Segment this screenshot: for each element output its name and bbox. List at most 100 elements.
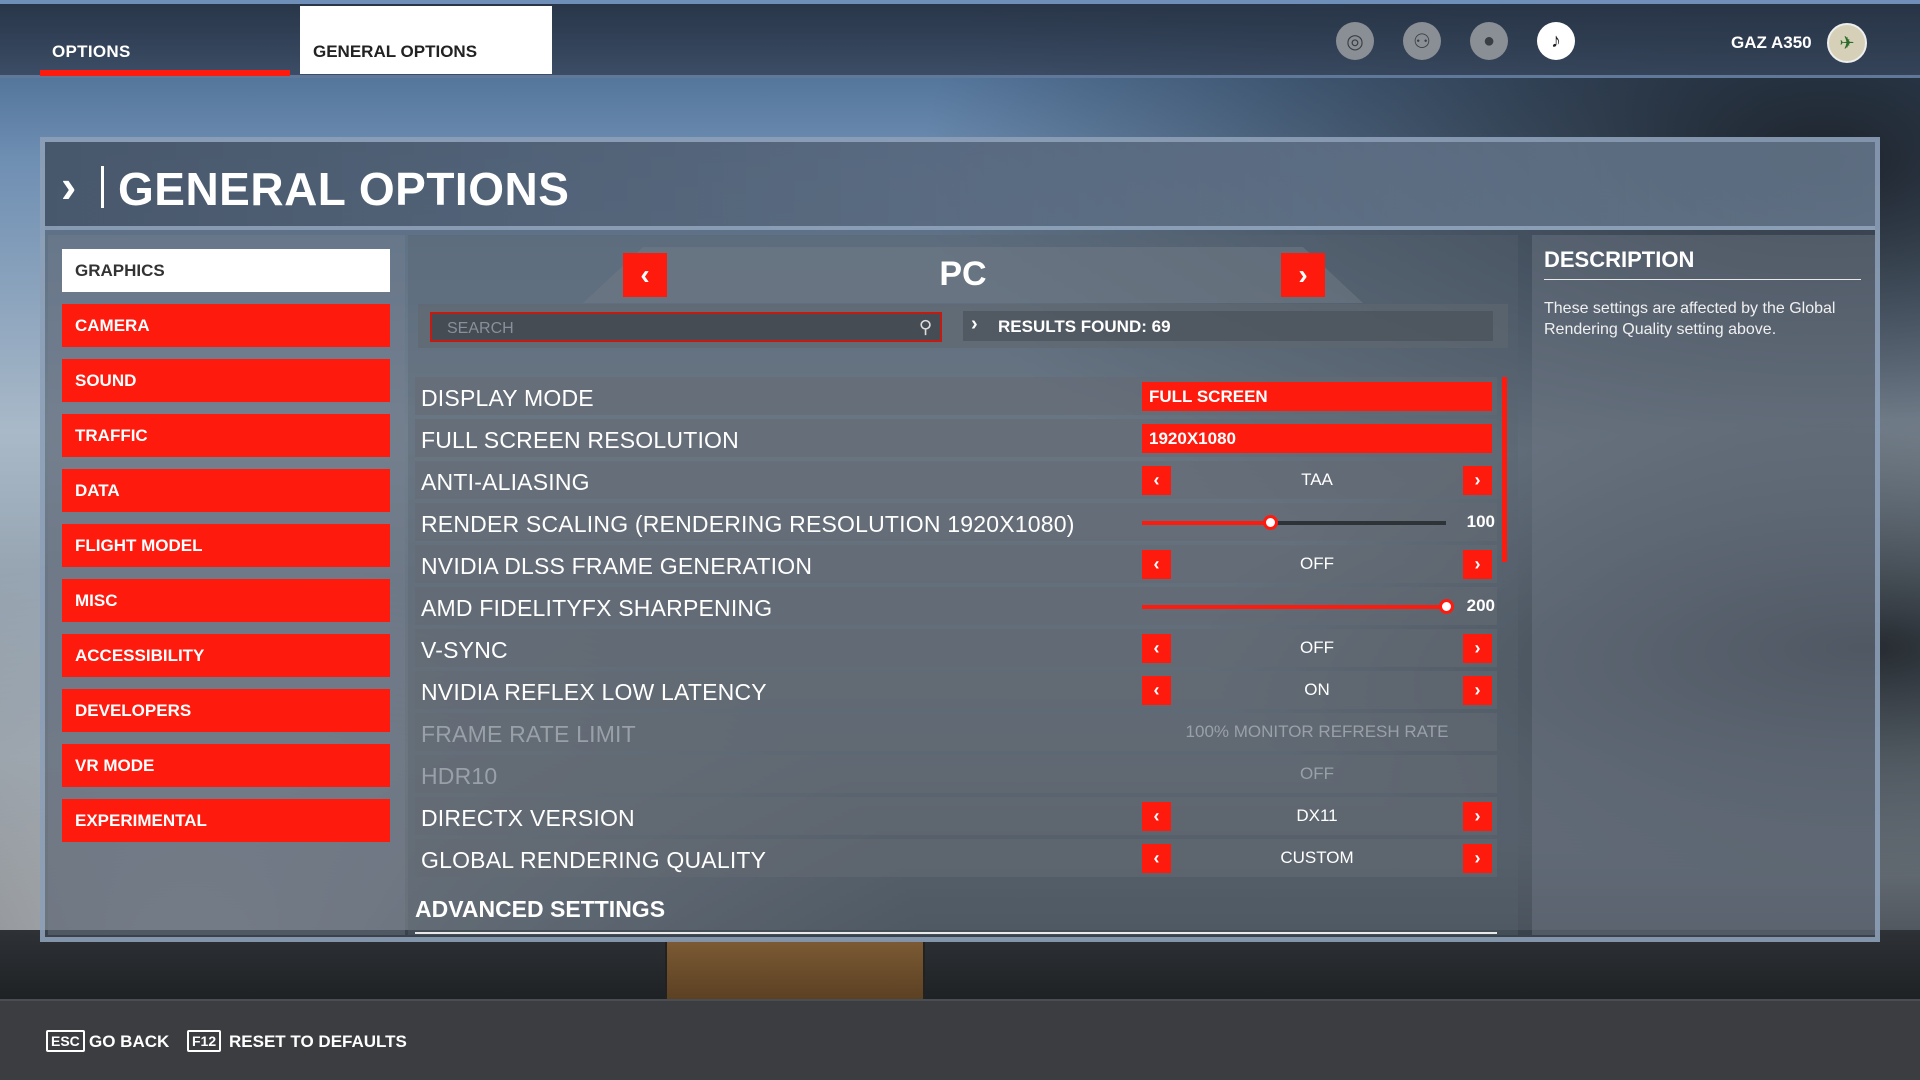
- setting-label: DISPLAY MODE: [421, 385, 594, 411]
- next-option-button[interactable]: ›: [1463, 676, 1492, 705]
- results-chevron-icon: ›: [971, 313, 978, 335]
- setting-label: NVIDIA REFLEX LOW LATENCY: [421, 679, 767, 705]
- prev-option-button[interactable]: ‹: [1142, 802, 1171, 831]
- search-row: SEARCH ⚲ › RESULTS FOUND: 69: [418, 304, 1508, 348]
- setting-label: GLOBAL RENDERING QUALITY: [421, 847, 767, 873]
- friends-icon[interactable]: ⚇: [1403, 22, 1441, 60]
- prev-option-button[interactable]: ‹: [1142, 466, 1171, 495]
- username[interactable]: GAZ A350: [1731, 33, 1812, 53]
- setting-row-hdr10: HDR10 OFF: [415, 755, 1497, 793]
- setting-row-frame-rate-limit: FRAME RATE LIMIT 100% MONITOR REFRESH RAT…: [415, 713, 1497, 751]
- search-placeholder: SEARCH: [447, 320, 514, 337]
- menu-item-traffic[interactable]: TRAFFIC: [62, 414, 390, 457]
- setting-row-v-sync[interactable]: V-SYNC ‹ OFF ›: [415, 629, 1497, 667]
- description-text: These settings are affected by the Globa…: [1544, 300, 1836, 338]
- next-option-button[interactable]: ›: [1463, 634, 1492, 663]
- f12-key-badge[interactable]: F12: [187, 1030, 222, 1052]
- menu-item-sound[interactable]: SOUND: [62, 359, 390, 402]
- go-back-button[interactable]: GO BACK: [89, 1032, 169, 1052]
- tab-general-options[interactable]: GENERAL OPTIONS: [300, 6, 552, 74]
- setting-row-directx-version[interactable]: DIRECTX VERSION ‹ DX11 ›: [415, 797, 1497, 835]
- results-count: RESULTS FOUND: 69: [998, 317, 1171, 336]
- slider-handle[interactable]: [1439, 599, 1454, 614]
- prev-option-button[interactable]: ‹: [1142, 844, 1171, 873]
- setting-row-nvidia-dlss-frame-generation[interactable]: NVIDIA DLSS FRAME GENERATION ‹ OFF ›: [415, 545, 1497, 583]
- search-input[interactable]: SEARCH ⚲: [430, 312, 942, 342]
- setting-label: FRAME RATE LIMIT: [421, 721, 636, 747]
- slider-value: 200: [1466, 596, 1495, 615]
- settings-list: DISPLAY MODE FULL SCREEN FULL SCREEN RESOL…: [415, 377, 1497, 881]
- reset-to-defaults-button[interactable]: RESET TO DEFAULTS: [229, 1032, 407, 1052]
- setting-label: RENDER SCALING (RENDERING RESOLUTION 192…: [421, 511, 1075, 537]
- notification-icon[interactable]: ♪: [1537, 22, 1575, 60]
- setting-label: AMD FIDELITYFX SHARPENING: [421, 595, 773, 621]
- menu-item-developers[interactable]: DEVELOPERS: [62, 689, 390, 732]
- tab-options-label: OPTIONS: [52, 42, 131, 61]
- background-instrument-panel: [665, 940, 925, 1002]
- setting-value: 1920X1080: [1149, 429, 1236, 448]
- esc-key-badge[interactable]: ESC: [46, 1030, 85, 1052]
- setting-value: OFF: [1300, 554, 1334, 573]
- setting-slider[interactable]: [1142, 515, 1446, 530]
- setting-value: DX11: [1296, 806, 1338, 825]
- setting-row-global-rendering-quality[interactable]: GLOBAL RENDERING QUALITY ‹ CUSTOM ›: [415, 839, 1497, 877]
- activity-icon[interactable]: ◎: [1336, 22, 1374, 60]
- next-option-button[interactable]: ›: [1463, 844, 1492, 873]
- background-cockpit: [0, 930, 1920, 1010]
- settings-scrollbar[interactable]: [1502, 377, 1507, 562]
- setting-value: 100% MONITOR REFRESH RATE: [1185, 722, 1449, 741]
- settings-area: ‹ PC › SEARCH ⚲ › RESULTS FOUND: 69 DISP…: [408, 235, 1518, 935]
- menu-item-data[interactable]: DATA: [62, 469, 390, 512]
- menu-item-camera[interactable]: CAMERA: [62, 304, 390, 347]
- setting-slider[interactable]: [1142, 599, 1454, 614]
- description-panel: DESCRIPTION These settings are affected …: [1532, 235, 1875, 935]
- avatar[interactable]: ✈: [1827, 23, 1867, 63]
- prev-option-button[interactable]: ‹: [1142, 634, 1171, 663]
- setting-label: DIRECTX VERSION: [421, 805, 635, 831]
- menu-item-misc[interactable]: MISC: [62, 579, 390, 622]
- next-option-button[interactable]: ›: [1463, 550, 1492, 579]
- platform-next-button[interactable]: ›: [1281, 253, 1325, 297]
- description-title: DESCRIPTION: [1544, 247, 1695, 272]
- platform-label: PC: [939, 255, 987, 293]
- tab-general-options-label: GENERAL OPTIONS: [313, 42, 478, 61]
- slider-fill: [1142, 521, 1270, 525]
- slider-handle[interactable]: [1262, 515, 1278, 530]
- setting-row-full-screen-resolution[interactable]: FULL SCREEN RESOLUTION 1920X1080: [415, 419, 1497, 457]
- setting-dropdown[interactable]: FULL SCREEN: [1142, 382, 1492, 411]
- setting-value: ON: [1304, 680, 1330, 699]
- setting-row-anti-aliasing[interactable]: ANTI-ALIASING ‹ TAA ›: [415, 461, 1497, 499]
- menu-item-graphics[interactable]: GRAPHICS: [62, 249, 390, 292]
- setting-label: FULL SCREEN RESOLUTION: [421, 427, 739, 453]
- advanced-settings-title: ADVANCED SETTINGS: [415, 896, 666, 922]
- options-panel: › GENERAL OPTIONS GRAPHICS CAMERA SOUND …: [40, 137, 1880, 942]
- setting-label: HDR10: [421, 763, 498, 789]
- tab-options[interactable]: OPTIONS: [40, 6, 290, 76]
- results-box: › RESULTS FOUND: 69: [963, 311, 1493, 341]
- menu-item-flight-model[interactable]: FLIGHT MODEL: [62, 524, 390, 567]
- bottom-bar: ESC GO BACK F12 RESET TO DEFAULTS: [0, 999, 1920, 1080]
- setting-value: CUSTOM: [1280, 848, 1354, 867]
- setting-row-render-scaling-rendering-resolution-1920x1080[interactable]: RENDER SCALING (RENDERING RESOLUTION 192…: [415, 503, 1497, 541]
- prev-option-button[interactable]: ‹: [1142, 676, 1171, 705]
- menu-item-accessibility[interactable]: ACCESSIBILITY: [62, 634, 390, 677]
- tab-active-indicator: [40, 70, 290, 76]
- prev-option-button[interactable]: ‹: [1142, 550, 1171, 579]
- setting-value: FULL SCREEN: [1149, 387, 1268, 406]
- page-title: GENERAL OPTIONS: [118, 163, 570, 215]
- search-icon[interactable]: ⚲: [919, 317, 932, 338]
- header-separator: [101, 166, 104, 208]
- next-option-button[interactable]: ›: [1463, 802, 1492, 831]
- profile-icon[interactable]: ●: [1470, 22, 1508, 60]
- slider-fill: [1142, 605, 1446, 609]
- setting-row-nvidia-reflex-low-latency[interactable]: NVIDIA REFLEX LOW LATENCY ‹ ON ›: [415, 671, 1497, 709]
- menu-item-experimental[interactable]: EXPERIMENTAL: [62, 799, 390, 842]
- menu-item-vr-mode[interactable]: VR MODE: [62, 744, 390, 787]
- setting-row-display-mode[interactable]: DISPLAY MODE FULL SCREEN: [415, 377, 1497, 415]
- panel-header: › GENERAL OPTIONS: [45, 142, 1875, 230]
- setting-row-amd-fidelityfx-sharpening[interactable]: AMD FIDELITYFX SHARPENING 200: [415, 587, 1497, 625]
- top-bar: OPTIONS GENERAL OPTIONS ◎ ⚇ ● ♪ GAZ A350…: [0, 0, 1920, 78]
- next-option-button[interactable]: ›: [1463, 466, 1492, 495]
- setting-dropdown[interactable]: 1920X1080: [1142, 424, 1492, 453]
- description-divider: [1544, 279, 1861, 280]
